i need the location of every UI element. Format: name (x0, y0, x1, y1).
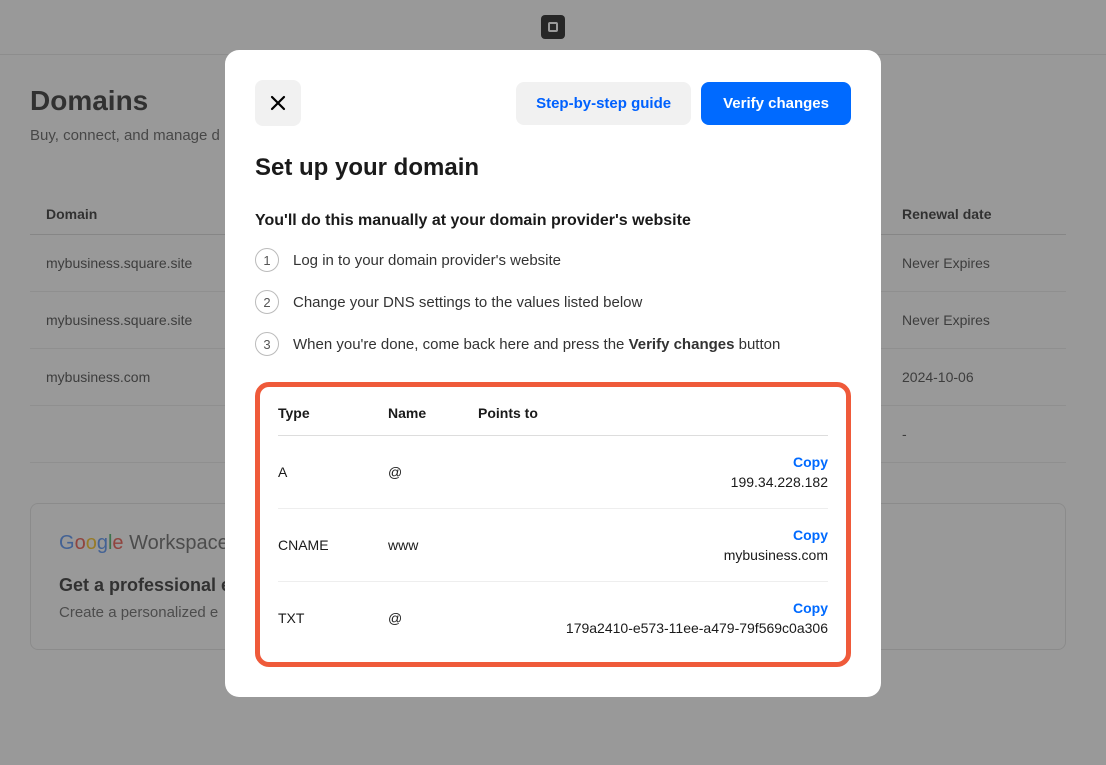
modal-instruction: You'll do this manually at your domain p… (255, 212, 851, 230)
step-3: 3 When you're done, come back here and p… (255, 332, 851, 356)
dns-type: CNAME (278, 537, 388, 553)
copy-button[interactable]: Copy (478, 454, 828, 470)
step-num-icon: 3 (255, 332, 279, 356)
copy-button[interactable]: Copy (478, 600, 828, 616)
dns-name: www (388, 537, 478, 553)
verify-button[interactable]: Verify changes (701, 82, 851, 125)
dns-row: TXT @ Copy 179a2410-e573-11ee-a479-79f56… (278, 582, 828, 654)
close-icon (270, 95, 286, 111)
steps-list: 1 Log in to your domain provider's websi… (255, 248, 851, 356)
domain-setup-modal: Step-by-step guide Verify changes Set up… (225, 50, 881, 697)
close-button[interactable] (255, 80, 301, 126)
dns-type: A (278, 464, 388, 480)
dns-name: @ (388, 464, 478, 480)
dns-value: 199.34.228.182 (731, 474, 828, 490)
step-num-icon: 2 (255, 290, 279, 314)
dns-value: 179a2410-e573-11ee-a479-79f569c0a306 (566, 620, 828, 636)
dns-row: CNAME www Copy mybusiness.com (278, 509, 828, 582)
col-points: Points to (478, 405, 828, 421)
step-2: 2 Change your DNS settings to the values… (255, 290, 851, 314)
step-text: Change your DNS settings to the values l… (293, 294, 642, 311)
col-name: Name (388, 405, 478, 421)
dns-points: Copy mybusiness.com (478, 527, 828, 563)
dns-headers: Type Name Points to (278, 387, 828, 436)
dns-records-box: Type Name Points to A @ Copy 199.34.228.… (255, 382, 851, 667)
modal-title: Set up your domain (255, 154, 851, 182)
step-text: Log in to your domain provider's website (293, 252, 561, 269)
guide-button[interactable]: Step-by-step guide (516, 82, 691, 125)
col-type: Type (278, 405, 388, 421)
step-num-icon: 1 (255, 248, 279, 272)
copy-button[interactable]: Copy (478, 527, 828, 543)
dns-name: @ (388, 610, 478, 626)
dns-points: Copy 199.34.228.182 (478, 454, 828, 490)
dns-row: A @ Copy 199.34.228.182 (278, 436, 828, 509)
dns-value: mybusiness.com (724, 547, 828, 563)
step-text: When you're done, come back here and pre… (293, 336, 780, 353)
step-1: 1 Log in to your domain provider's websi… (255, 248, 851, 272)
dns-type: TXT (278, 610, 388, 626)
dns-points: Copy 179a2410-e573-11ee-a479-79f569c0a30… (478, 600, 828, 636)
